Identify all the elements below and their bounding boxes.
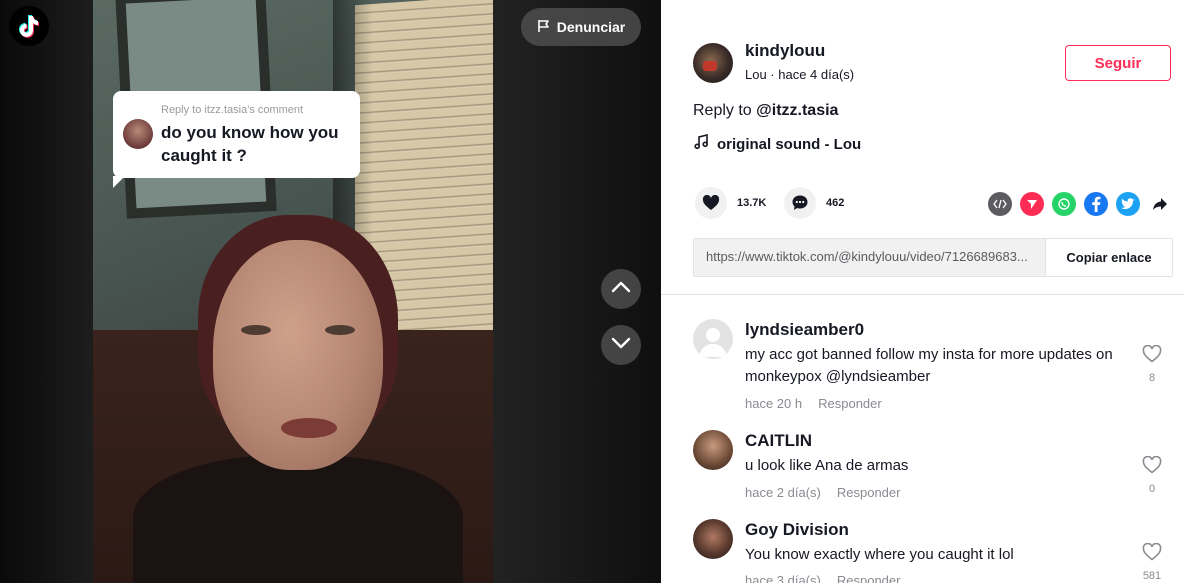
- reply-sticker-heading: Reply to itzz.tasia's comment: [161, 104, 304, 116]
- comment-author[interactable]: CAITLIN: [745, 431, 812, 451]
- reply-commenter-avatar: [123, 119, 153, 149]
- music-title: original sound - Lou: [717, 135, 862, 153]
- like-action[interactable]: 13.7K: [695, 187, 766, 219]
- default-avatar-icon[interactable]: [693, 319, 733, 359]
- reply-button[interactable]: Responder: [818, 396, 882, 411]
- comment-count: 462: [826, 197, 845, 209]
- report-label: Denunciar: [556, 19, 626, 35]
- reply-button[interactable]: Responder: [837, 573, 901, 583]
- section-divider: [661, 294, 1184, 295]
- comment-time: hace 3 día(s): [745, 573, 821, 583]
- chevron-down-icon: [611, 336, 631, 354]
- author-subtitle: Lou · hace 4 día(s): [745, 67, 855, 82]
- reply-comment-sticker: Reply to itzz.tasia's comment do you kno…: [113, 91, 360, 188]
- video-person-eye: [325, 325, 355, 335]
- facebook-icon[interactable]: [1084, 192, 1108, 216]
- comment-like-count: 8: [1148, 372, 1156, 384]
- like-count: 13.7K: [737, 197, 767, 209]
- video-viewer: Denunciar Reply to itzz.tasia's comment …: [0, 0, 661, 583]
- comment-time: hace 2 día(s): [745, 485, 821, 500]
- tiktok-logo-icon[interactable]: [9, 6, 49, 46]
- share-icons: [988, 192, 1172, 216]
- video-url-field[interactable]: https://www.tiktok.com/@kindylouu/video/…: [694, 239, 1045, 276]
- embed-icon[interactable]: [988, 192, 1012, 216]
- video-person-mouth: [281, 418, 337, 438]
- heart-outline-icon[interactable]: [1139, 344, 1165, 366]
- comment-time: hace 20 h: [745, 396, 803, 411]
- comment-bubble-icon[interactable]: [784, 187, 816, 219]
- video-person-body: [133, 455, 463, 583]
- comment-like[interactable]: 581: [1139, 542, 1165, 582]
- report-button[interactable]: Denunciar: [521, 8, 641, 46]
- copy-link-button[interactable]: Copiar enlace: [1045, 239, 1172, 276]
- twitter-icon[interactable]: [1116, 192, 1140, 216]
- heart-outline-icon[interactable]: [1139, 542, 1165, 564]
- comment-text: u look like Ana de armas: [745, 457, 909, 474]
- comment-text: my acc got banned follow my insta for mo…: [745, 346, 1113, 385]
- heart-outline-icon[interactable]: [1139, 455, 1165, 477]
- comment-like-count: 0: [1148, 483, 1156, 495]
- commenter-avatar[interactable]: [693, 430, 733, 470]
- comment-like[interactable]: 8: [1139, 344, 1165, 384]
- reply-sticker-text: do you know how you caught it ?: [161, 123, 339, 165]
- details-panel: kindylouu Lou · hace 4 día(s) Seguir Rep…: [661, 0, 1184, 583]
- chevron-up-icon: [611, 280, 631, 298]
- viewer-backdrop-left: [0, 0, 93, 583]
- follow-button[interactable]: Seguir: [1065, 45, 1171, 81]
- music-link[interactable]: original sound - Lou: [693, 133, 862, 154]
- comment-author[interactable]: lyndsieamber0: [745, 320, 864, 340]
- comment-text: You know exactly where you caught it lol: [745, 546, 1014, 563]
- video-caption: Reply to @itzz.tasia: [693, 102, 838, 120]
- reply-button[interactable]: Responder: [837, 485, 901, 500]
- whatsapp-icon[interactable]: [1052, 192, 1076, 216]
- caption-prefix: Reply to: [693, 102, 752, 119]
- author-handle[interactable]: kindylouu: [745, 41, 825, 61]
- copy-link-box: https://www.tiktok.com/@kindylouu/video/…: [693, 238, 1173, 277]
- comment-meta: hace 20 h Responder: [745, 396, 882, 411]
- author-avatar[interactable]: [693, 43, 733, 83]
- comment-like[interactable]: 0: [1139, 455, 1165, 495]
- video-person-eye: [241, 325, 271, 335]
- music-note-icon: [693, 133, 709, 154]
- comment-like-count: 581: [1142, 570, 1162, 582]
- next-video-button[interactable]: [601, 325, 641, 365]
- comment-author[interactable]: Goy Division: [745, 520, 849, 540]
- flag-icon: [537, 19, 551, 36]
- heart-icon[interactable]: [695, 187, 727, 219]
- comment-item: lyndsieamber0 my acc got banned follow m…: [693, 319, 1173, 419]
- share-arrow-icon[interactable]: [1148, 192, 1172, 216]
- send-icon[interactable]: [1020, 192, 1044, 216]
- previous-video-button[interactable]: [601, 269, 641, 309]
- comment-item: CAITLIN u look like Ana de armas hace 2 …: [693, 430, 1173, 510]
- commenter-avatar[interactable]: [693, 519, 733, 559]
- video-frame[interactable]: [93, 0, 493, 583]
- comment-action[interactable]: 462: [784, 187, 844, 219]
- comment-meta: hace 2 día(s) Responder: [745, 485, 900, 500]
- comment-meta: hace 3 día(s) Responder: [745, 573, 900, 583]
- comment-item: Goy Division You know exactly where you …: [693, 519, 1173, 583]
- caption-mention-link[interactable]: @itzz.tasia: [756, 102, 838, 119]
